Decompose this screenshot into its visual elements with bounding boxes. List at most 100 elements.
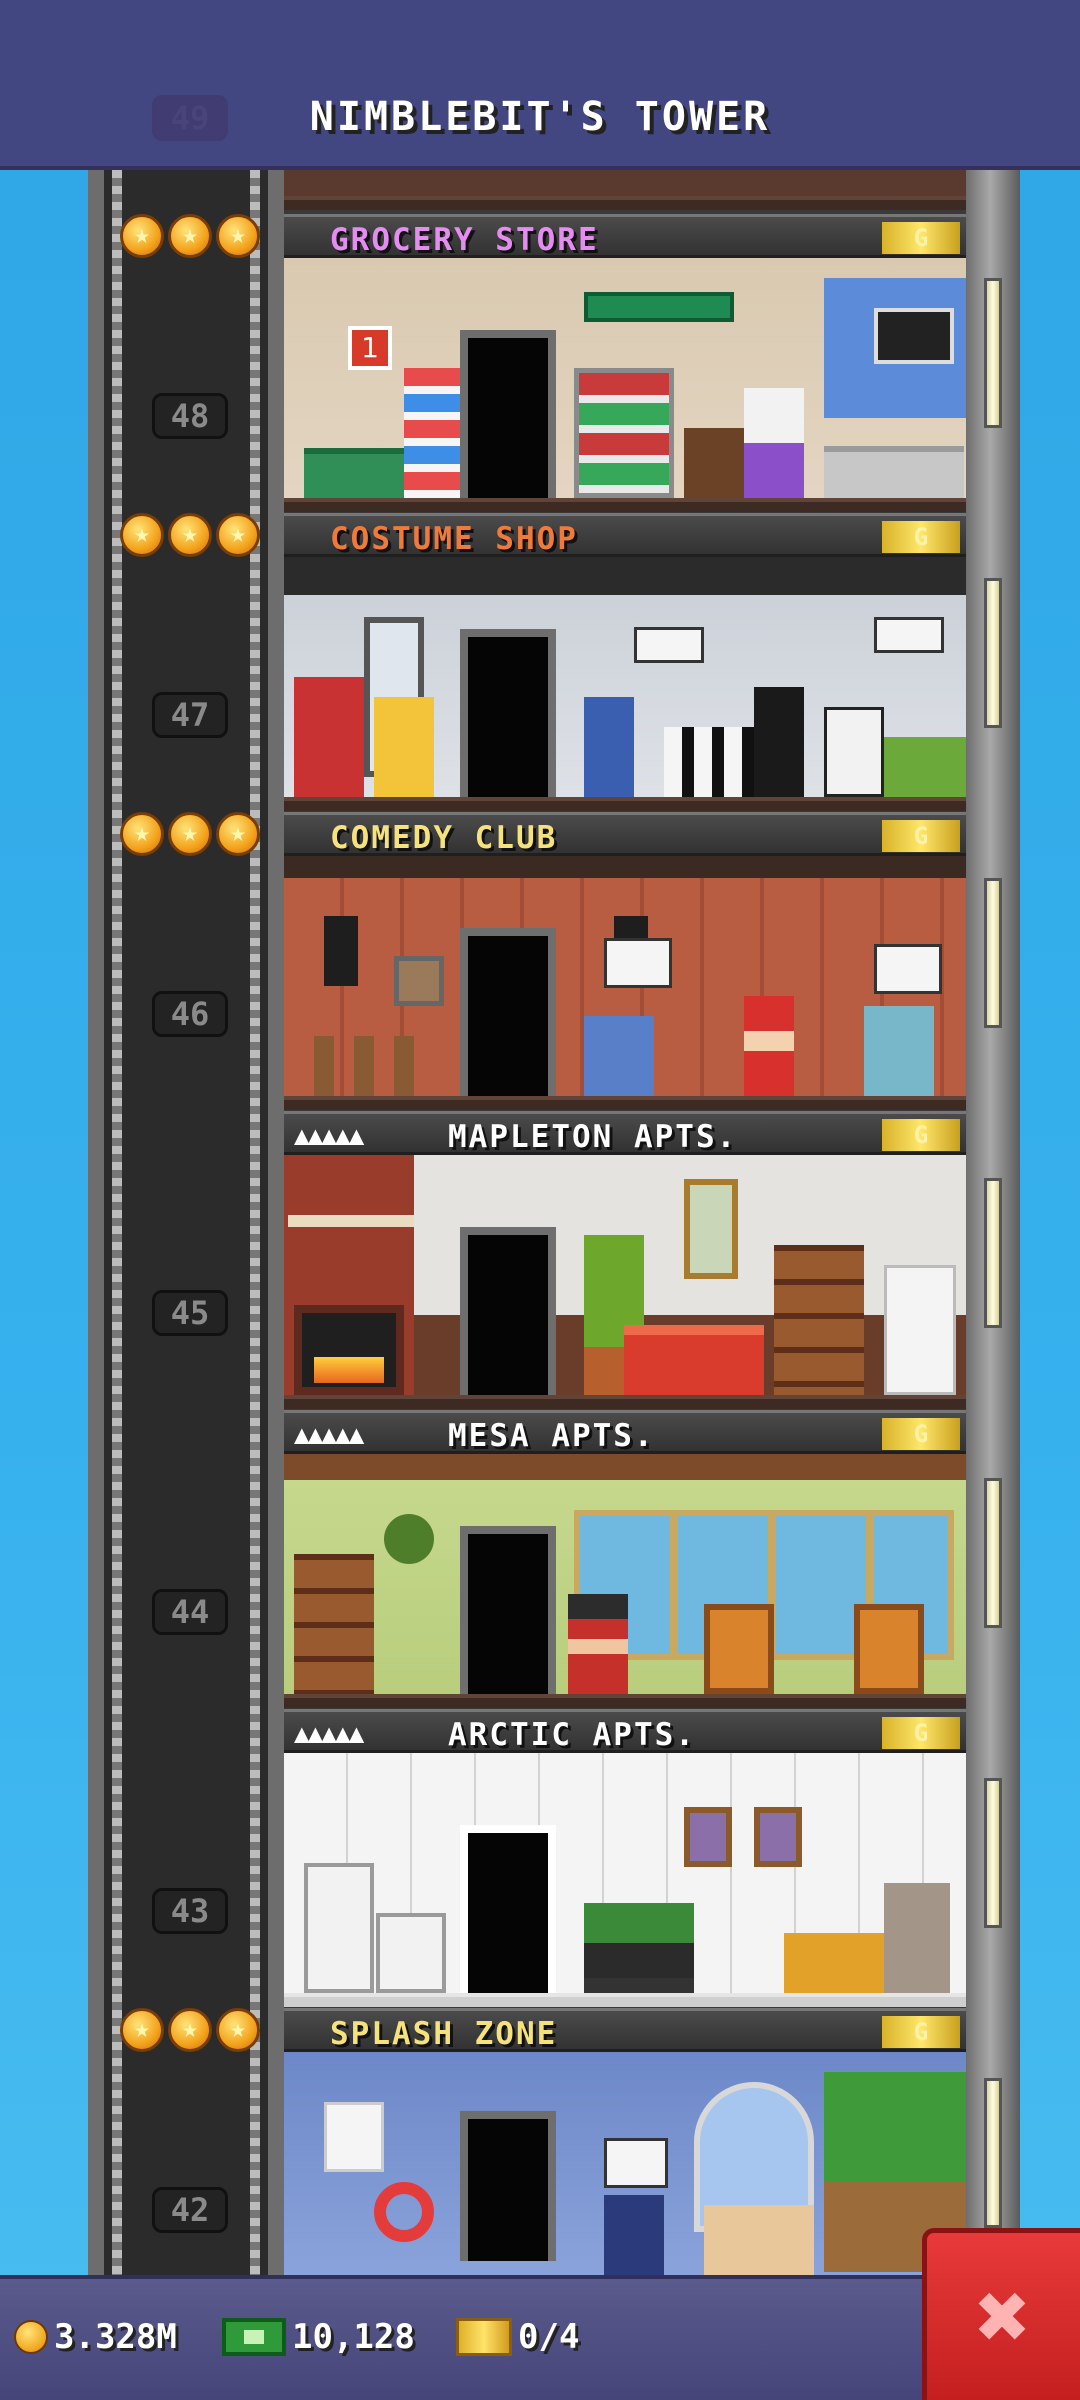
speaker — [324, 916, 358, 986]
gold-badge-icon[interactable]: G — [882, 222, 960, 254]
deli-counter — [824, 446, 964, 498]
tower-header: NIMBLEBIT'S TOWER — [0, 0, 1080, 170]
cat-costume-bitizen[interactable] — [884, 1883, 950, 1993]
room-floor — [284, 1096, 966, 1110]
room-door[interactable] — [460, 928, 556, 1096]
speech-bubble-icon — [874, 617, 944, 653]
bitizen-shopper[interactable] — [584, 697, 634, 797]
resident-count-icon: ▲▲▲▲▲ — [294, 1719, 364, 1749]
floor-banner-comedy-club[interactable]: COMEDY CLUB G — [284, 812, 966, 856]
room-door[interactable] — [460, 629, 556, 797]
gold-badge-icon[interactable]: G — [882, 820, 960, 852]
armchair — [704, 1604, 774, 1694]
floor-number-43: 43 — [152, 1888, 228, 1934]
floor-number-47: 47 — [152, 692, 228, 738]
star-icon: ★ — [216, 812, 260, 856]
refrigerator — [884, 1265, 956, 1395]
speech-bubble-icon — [874, 944, 942, 994]
floor-number-45: 45 — [152, 1290, 228, 1336]
room-door[interactable] — [460, 330, 556, 498]
room-floor — [284, 1694, 966, 1708]
stage-rigging — [284, 856, 966, 878]
star-icon: ★ — [120, 214, 164, 258]
floor-name: GROCERY STORE — [330, 222, 599, 258]
close-button[interactable]: ✖ — [922, 2228, 1080, 2400]
gold-badge-icon[interactable]: G — [882, 521, 960, 553]
tower-window-light — [984, 1778, 1002, 1928]
bitizen-audience[interactable] — [584, 1016, 654, 1096]
room-arctic-apts[interactable] — [284, 1753, 966, 2007]
star-icon: ★ — [120, 2008, 164, 2052]
star-icon: ★ — [216, 2008, 260, 2052]
coins-stat[interactable]: 3.328M — [14, 2317, 177, 2357]
armchair — [854, 1604, 924, 1694]
bitizen-group[interactable] — [704, 2205, 814, 2275]
panda-costume-bitizen[interactable] — [824, 707, 884, 797]
ceiling-beam — [284, 1454, 966, 1480]
room-floor-49[interactable] — [284, 170, 966, 210]
lion-figure — [784, 1933, 884, 1993]
bux-stat[interactable]: 10,128 — [222, 2317, 415, 2357]
gold-badge-icon[interactable]: G — [882, 2016, 960, 2048]
refrigerator — [304, 1863, 374, 1993]
bellhop-bitizen[interactable] — [568, 1594, 628, 1694]
floor-banner-mapleton-apts[interactable]: ▲▲▲▲▲ MAPLETON APTS. G — [284, 1111, 966, 1155]
santa-bitizen[interactable] — [744, 996, 794, 1096]
floor-number-42: 42 — [152, 2187, 228, 2233]
room-floor — [284, 797, 966, 811]
floor-stars-costume: ★ ★ ★ — [120, 513, 266, 557]
star-icon: ★ — [120, 513, 164, 557]
room-floor — [284, 1395, 966, 1409]
life-ring-icon — [374, 2182, 434, 2242]
room-door[interactable] — [460, 1825, 556, 1993]
wall-picture — [684, 1807, 732, 1867]
room-splash-zone[interactable] — [284, 2052, 966, 2275]
floor-number-48: 48 — [152, 393, 228, 439]
bookcase — [774, 1245, 864, 1395]
close-icon: ✖ — [975, 2262, 1032, 2370]
elevator-shaft[interactable] — [88, 170, 284, 2275]
star-icon: ★ — [168, 812, 212, 856]
bitizen-audience[interactable] — [864, 1006, 934, 1096]
unicorn-costume-bitizen[interactable] — [744, 388, 804, 498]
room-door[interactable] — [460, 1526, 556, 1694]
tickets-stat[interactable]: 0/4 — [456, 2317, 579, 2357]
elevator-rail-right — [250, 170, 260, 2275]
room-costume-shop[interactable] — [284, 557, 966, 811]
resident-count-icon: ▲▲▲▲▲ — [294, 1420, 364, 1450]
tower-window-light — [984, 1178, 1002, 1328]
room-floor — [284, 498, 966, 512]
room-door[interactable] — [460, 2111, 556, 2261]
bitizen-visitor[interactable] — [604, 2195, 664, 2275]
floor-banner-splash-zone[interactable]: SPLASH ZONE G — [284, 2008, 966, 2052]
star-icon: ★ — [168, 513, 212, 557]
floor-banner-mesa-apts[interactable]: ▲▲▲▲▲ MESA APTS. G — [284, 1410, 966, 1454]
star-icon: ★ — [168, 2008, 212, 2052]
floor-name: SPLASH ZONE — [330, 2016, 558, 2052]
star-icon: ★ — [216, 513, 260, 557]
tickets-value: 0/4 — [518, 2317, 580, 2357]
bookcase — [294, 1554, 374, 1694]
resource-bar: 3.328M 10,128 0/4 — [0, 2275, 1080, 2400]
star-icon: ★ — [120, 812, 164, 856]
room-mesa-apts[interactable] — [284, 1454, 966, 1708]
gold-badge-icon[interactable]: G — [882, 1717, 960, 1749]
notice-paper — [324, 2102, 384, 2172]
resident-count-icon: ▲▲▲▲▲ — [294, 1121, 364, 1151]
floor-banner-costume-shop[interactable]: COSTUME SHOP G — [284, 513, 966, 557]
room-mapleton-apts[interactable] — [284, 1155, 966, 1409]
candy-rack — [404, 368, 464, 498]
room-grocery-store[interactable]: 1 — [284, 258, 966, 512]
gold-badge-icon[interactable]: G — [882, 1418, 960, 1450]
room-comedy-club[interactable] — [284, 856, 966, 1110]
wall-picture — [754, 1807, 802, 1867]
floor-banner-grocery-store[interactable]: GROCERY STORE G — [284, 214, 966, 258]
room-door[interactable] — [460, 1227, 556, 1395]
floor-name: MESA APTS. — [448, 1418, 655, 1454]
tophat-bitizen[interactable] — [754, 687, 804, 797]
floor-banner-arctic-apts[interactable]: ▲▲▲▲▲ ARCTIC APTS. G — [284, 1709, 966, 1753]
ticket-icon — [456, 2318, 512, 2356]
gold-badge-icon[interactable]: G — [882, 1119, 960, 1151]
tower-window-light — [984, 1478, 1002, 1628]
star-icon: ★ — [168, 214, 212, 258]
